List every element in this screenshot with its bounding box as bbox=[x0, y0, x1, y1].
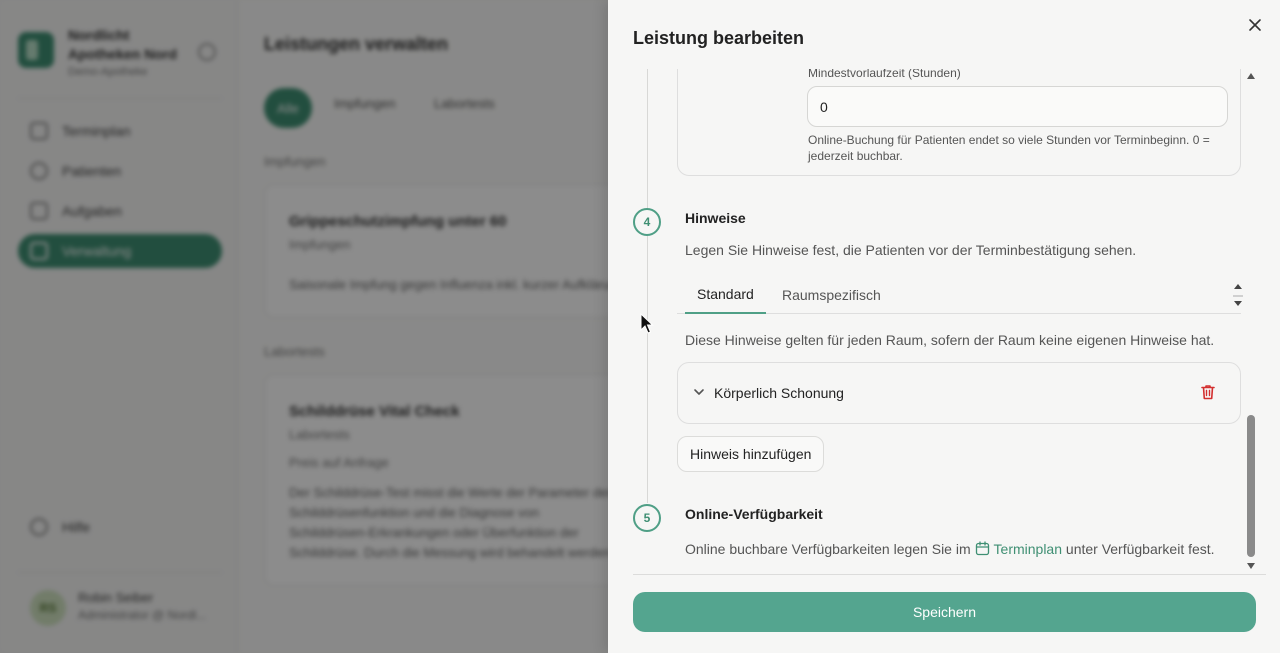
terminplan-link-label: Terminplan bbox=[993, 541, 1063, 557]
terminplan-link[interactable]: Terminplan bbox=[975, 541, 1062, 557]
step-description: Online buchbare Verfügbarkeiten legen Si… bbox=[685, 541, 1215, 557]
tab-standard[interactable]: Standard bbox=[685, 275, 766, 314]
mouse-cursor-icon bbox=[640, 313, 654, 334]
drawer-title: Leistung bearbeiten bbox=[633, 28, 805, 48]
drawer-scroll-area[interactable]: Mindestvorlaufzeit (Stunden) Online-Buch… bbox=[633, 69, 1266, 575]
lead-time-input[interactable] bbox=[807, 86, 1228, 127]
add-hint-button[interactable]: Hinweis hinzufügen bbox=[677, 436, 825, 472]
chevron-down-icon[interactable] bbox=[692, 385, 706, 399]
timeline-line bbox=[647, 236, 648, 503]
edit-service-drawer: Leistung bearbeiten Mindestvorlaufzeit (… bbox=[608, 0, 1280, 653]
step-title-online-verfuegbarkeit: Online-Verfügbarkeit bbox=[685, 506, 823, 522]
lead-time-help: Online-Buchung für Patienten endet so vi… bbox=[808, 133, 1210, 163]
tab-raumspezifisch[interactable]: Raumspezifisch bbox=[770, 275, 893, 314]
step-number: 5 bbox=[633, 504, 661, 532]
hint-item-label: Körperlich Schonung bbox=[714, 385, 844, 401]
scrollbar-thumb[interactable] bbox=[1247, 415, 1255, 557]
step-description: Legen Sie Hinweise fest, die Patienten v… bbox=[685, 242, 1137, 258]
hint-tabs: Standard Raumspezifisch bbox=[677, 275, 1241, 314]
tab-scroll-arrows-icon[interactable] bbox=[1231, 277, 1245, 311]
step-title-hinweise: Hinweise bbox=[685, 210, 746, 226]
close-icon[interactable] bbox=[1244, 14, 1266, 36]
calendar-icon bbox=[975, 541, 989, 556]
lead-time-card: Mindestvorlaufzeit (Stunden) Online-Buch… bbox=[677, 69, 1241, 176]
tab-description: Diese Hinweise gelten für jeden Raum, so… bbox=[685, 332, 1215, 348]
lead-time-label: Mindestvorlaufzeit (Stunden) bbox=[808, 69, 961, 80]
step-number: 4 bbox=[633, 208, 661, 236]
trash-icon[interactable] bbox=[1199, 383, 1217, 401]
save-button[interactable]: Speichern bbox=[633, 592, 1256, 632]
availability-text-after: unter Verfügbarkeit fest. bbox=[1065, 541, 1215, 557]
availability-text-before: Online buchbare Verfügbarkeiten legen Si… bbox=[685, 541, 971, 557]
hint-item[interactable]: Körperlich Schonung bbox=[677, 362, 1241, 424]
timeline-line bbox=[647, 69, 648, 208]
